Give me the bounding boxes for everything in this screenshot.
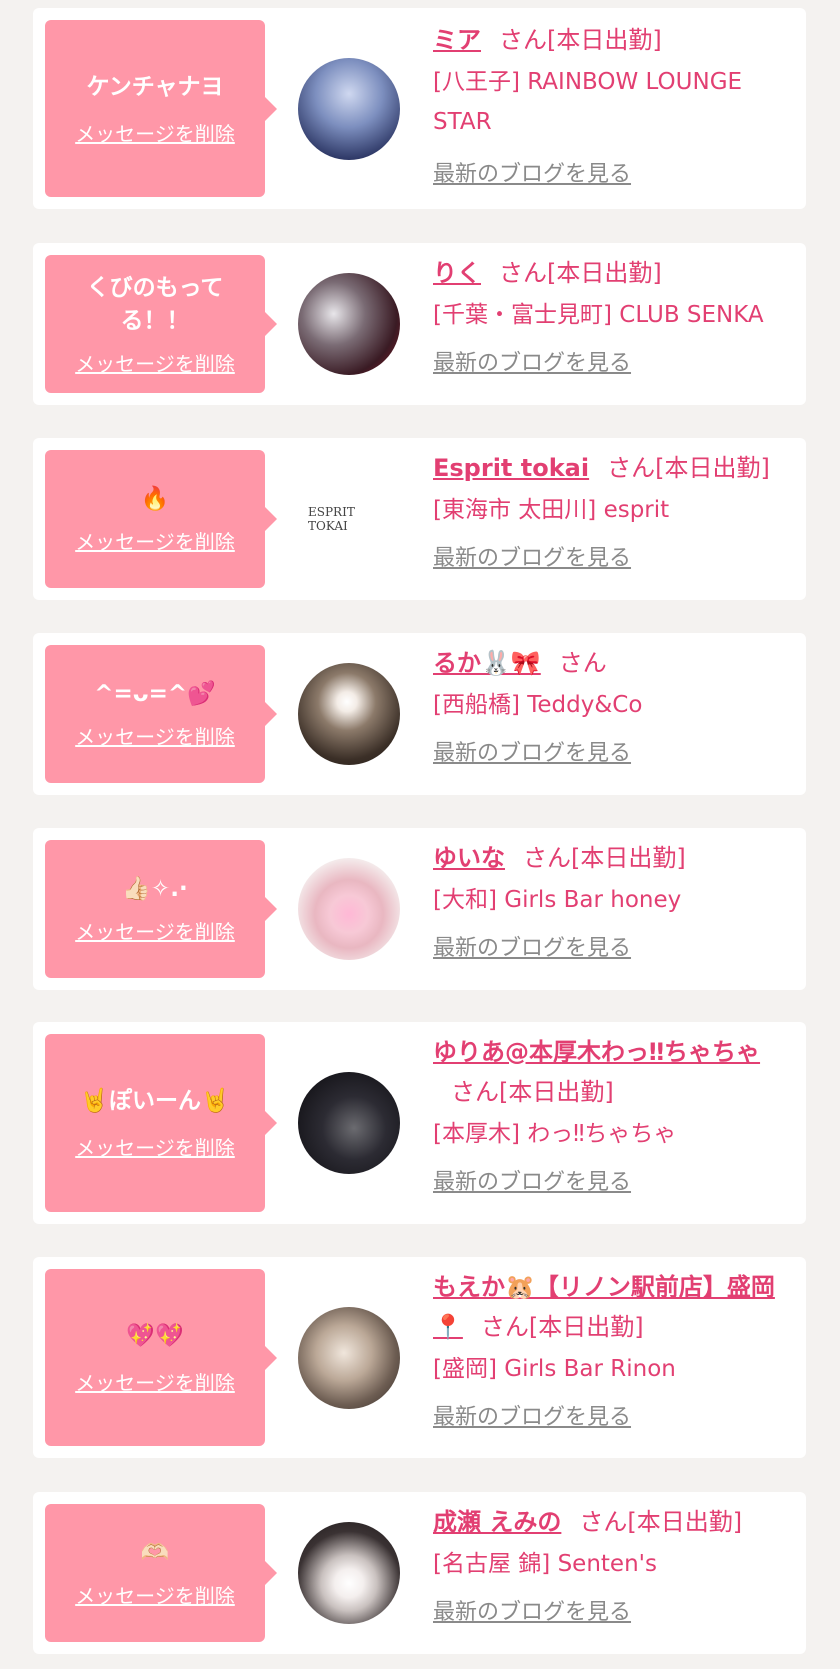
message-card: 💖💖 メッセージを削除 もえか🐹【リノン駅前店】盛岡📍 さん[本日出勤] [盛岡]…: [33, 1257, 806, 1458]
latest-blog-link[interactable]: 最新のブログを見る: [433, 345, 631, 377]
message-bubble: くびのもってる！！ メッセージを削除: [45, 255, 277, 393]
cast-status: さん[本日出勤]: [579, 1508, 743, 1536]
avatar[interactable]: [298, 1072, 400, 1174]
delete-message-link[interactable]: メッセージを削除: [75, 526, 235, 555]
cast-status: さん[本日出勤]: [451, 1078, 614, 1106]
avatar[interactable]: [298, 663, 400, 765]
cast-name-link[interactable]: ゆりあ@本厚木わっ‼ちゃちゃ: [433, 1038, 760, 1066]
cast-info: もえか🐹【リノン駅前店】盛岡📍 さん[本日出勤] [盛岡] Girls Bar R…: [433, 1267, 796, 1431]
cast-name-link[interactable]: 成瀬 えみの: [433, 1508, 561, 1536]
cast-name-link[interactable]: ミア: [433, 26, 481, 54]
cast-status: さん[本日出勤]: [607, 454, 770, 482]
delete-message-link[interactable]: メッセージを削除: [75, 1580, 235, 1609]
cast-status: さん[本日出勤]: [523, 844, 686, 872]
cast-status: さん[本日出勤]: [499, 259, 662, 287]
message-text: 🫶🏻: [140, 1540, 170, 1566]
delete-message-link[interactable]: メッセージを削除: [75, 118, 235, 147]
cast-info: Esprit tokai さん[本日出勤] [東海市 太田川] esprit 最新…: [433, 448, 796, 572]
shop-name: [大和] Girls Bar honey: [433, 887, 682, 913]
cast-info: ゆりあ@本厚木わっ‼ちゃちゃさん[本日出勤] [本厚木] わっ‼ちゃちゃ 最新の…: [433, 1032, 796, 1196]
message-text: 🔥: [140, 486, 170, 512]
avatar[interactable]: [298, 1522, 400, 1624]
message-card: ケンチャナヨ メッセージを削除 ミア さん[本日出勤] [八王子] RAINBOW…: [33, 8, 806, 209]
shop-name: [西船橋] Teddy&Co: [433, 692, 643, 718]
message-card: ^=ᴗ=^💕 メッセージを削除 るか🐰🎀 さん [西船橋] Teddy&Co 最新…: [33, 633, 806, 795]
message-text: 💖💖: [126, 1322, 184, 1349]
cast-name-link[interactable]: りく: [433, 259, 481, 287]
latest-blog-link[interactable]: 最新のブログを見る: [433, 540, 631, 572]
avatar[interactable]: [298, 1307, 400, 1409]
message-text: ^=ᴗ=^💕: [94, 681, 216, 707]
message-text: くびのもってる！！: [86, 274, 224, 334]
cast-status: さん[本日出勤]: [499, 26, 662, 54]
cast-info: ゆいな さん[本日出勤] [大和] Girls Bar honey 最新のブログを…: [433, 838, 796, 962]
cast-status: さん: [558, 649, 607, 677]
message-bubble: ケンチャナヨ メッセージを削除: [45, 20, 277, 197]
delete-message-link[interactable]: メッセージを削除: [75, 1367, 235, 1396]
message-bubble: ^=ᴗ=^💕 メッセージを削除: [45, 645, 277, 783]
cast-info: ミア さん[本日出勤] [八王子] RAINBOW LOUNGE STAR 最新の…: [433, 20, 796, 188]
cast-info: りく さん[本日出勤] [千葉・富士見町] CLUB SENKA 最新のブログを見…: [433, 253, 796, 377]
message-card: 👍🏻✧.· メッセージを削除 ゆいな さん[本日出勤] [大和] Girls Ba…: [33, 828, 806, 990]
shop-name: [東海市 太田川] esprit: [433, 497, 670, 523]
shop-name: [盛岡] Girls Bar Rinon: [433, 1356, 676, 1382]
message-bubble: 💖💖 メッセージを削除: [45, 1269, 277, 1446]
delete-message-link[interactable]: メッセージを削除: [75, 1132, 235, 1161]
shop-name: [千葉・富士見町] CLUB SENKA: [433, 302, 764, 328]
delete-message-link[interactable]: メッセージを削除: [75, 348, 235, 377]
latest-blog-link[interactable]: 最新のブログを見る: [433, 1399, 631, 1431]
latest-blog-link[interactable]: 最新のブログを見る: [433, 930, 631, 962]
message-text: 👍🏻✧.·: [122, 876, 188, 902]
delete-message-link[interactable]: メッセージを削除: [75, 916, 235, 945]
message-card: 🔥 メッセージを削除 ESPRIT TOKAI Esprit tokai さん[本…: [33, 438, 806, 600]
message-card: 🫶🏻 メッセージを削除 成瀬 えみの さん[本日出勤] [名古屋 錦] Sente…: [33, 1492, 806, 1654]
cast-info: 成瀬 えみの さん[本日出勤] [名古屋 錦] Senten's 最新のブログを見…: [433, 1502, 796, 1626]
message-card: 🤘ぽいーん🤘 メッセージを削除 ゆりあ@本厚木わっ‼ちゃちゃさん[本日出勤] […: [33, 1022, 806, 1224]
message-bubble: 👍🏻✧.· メッセージを削除: [45, 840, 277, 978]
shop-name: [八王子] RAINBOW LOUNGE STAR: [433, 69, 743, 135]
message-bubble: 🔥 メッセージを削除: [45, 450, 277, 588]
avatar[interactable]: [298, 58, 400, 160]
cast-name-link[interactable]: ゆいな: [433, 844, 505, 872]
message-text: 🤘ぽいーん🤘: [80, 1088, 230, 1114]
cast-info: るか🐰🎀 さん [西船橋] Teddy&Co 最新のブログを見る: [433, 643, 796, 767]
cast-status: さん[本日出勤]: [480, 1313, 644, 1341]
avatar[interactable]: [298, 273, 400, 375]
delete-message-link[interactable]: メッセージを削除: [75, 721, 235, 750]
message-bubble: 🤘ぽいーん🤘 メッセージを削除: [45, 1034, 277, 1212]
shop-name: [本厚木] わっ‼ちゃちゃ: [433, 1121, 677, 1147]
latest-blog-link[interactable]: 最新のブログを見る: [433, 735, 631, 767]
shop-name: [名古屋 錦] Senten's: [433, 1551, 657, 1577]
message-text: ケンチャナヨ: [86, 73, 224, 100]
message-card: くびのもってる！！ メッセージを削除 りく さん[本日出勤] [千葉・富士見町] …: [33, 243, 806, 405]
latest-blog-link[interactable]: 最新のブログを見る: [433, 1164, 631, 1196]
cast-name-link[interactable]: るか🐰🎀: [433, 649, 541, 677]
message-bubble: 🫶🏻 メッセージを削除: [45, 1504, 277, 1642]
avatar[interactable]: [298, 858, 400, 960]
cast-name-link[interactable]: Esprit tokai: [433, 454, 589, 482]
latest-blog-link[interactable]: 最新のブログを見る: [433, 1594, 631, 1626]
latest-blog-link[interactable]: 最新のブログを見る: [433, 156, 631, 188]
shop-logo[interactable]: ESPRIT TOKAI: [308, 502, 398, 536]
